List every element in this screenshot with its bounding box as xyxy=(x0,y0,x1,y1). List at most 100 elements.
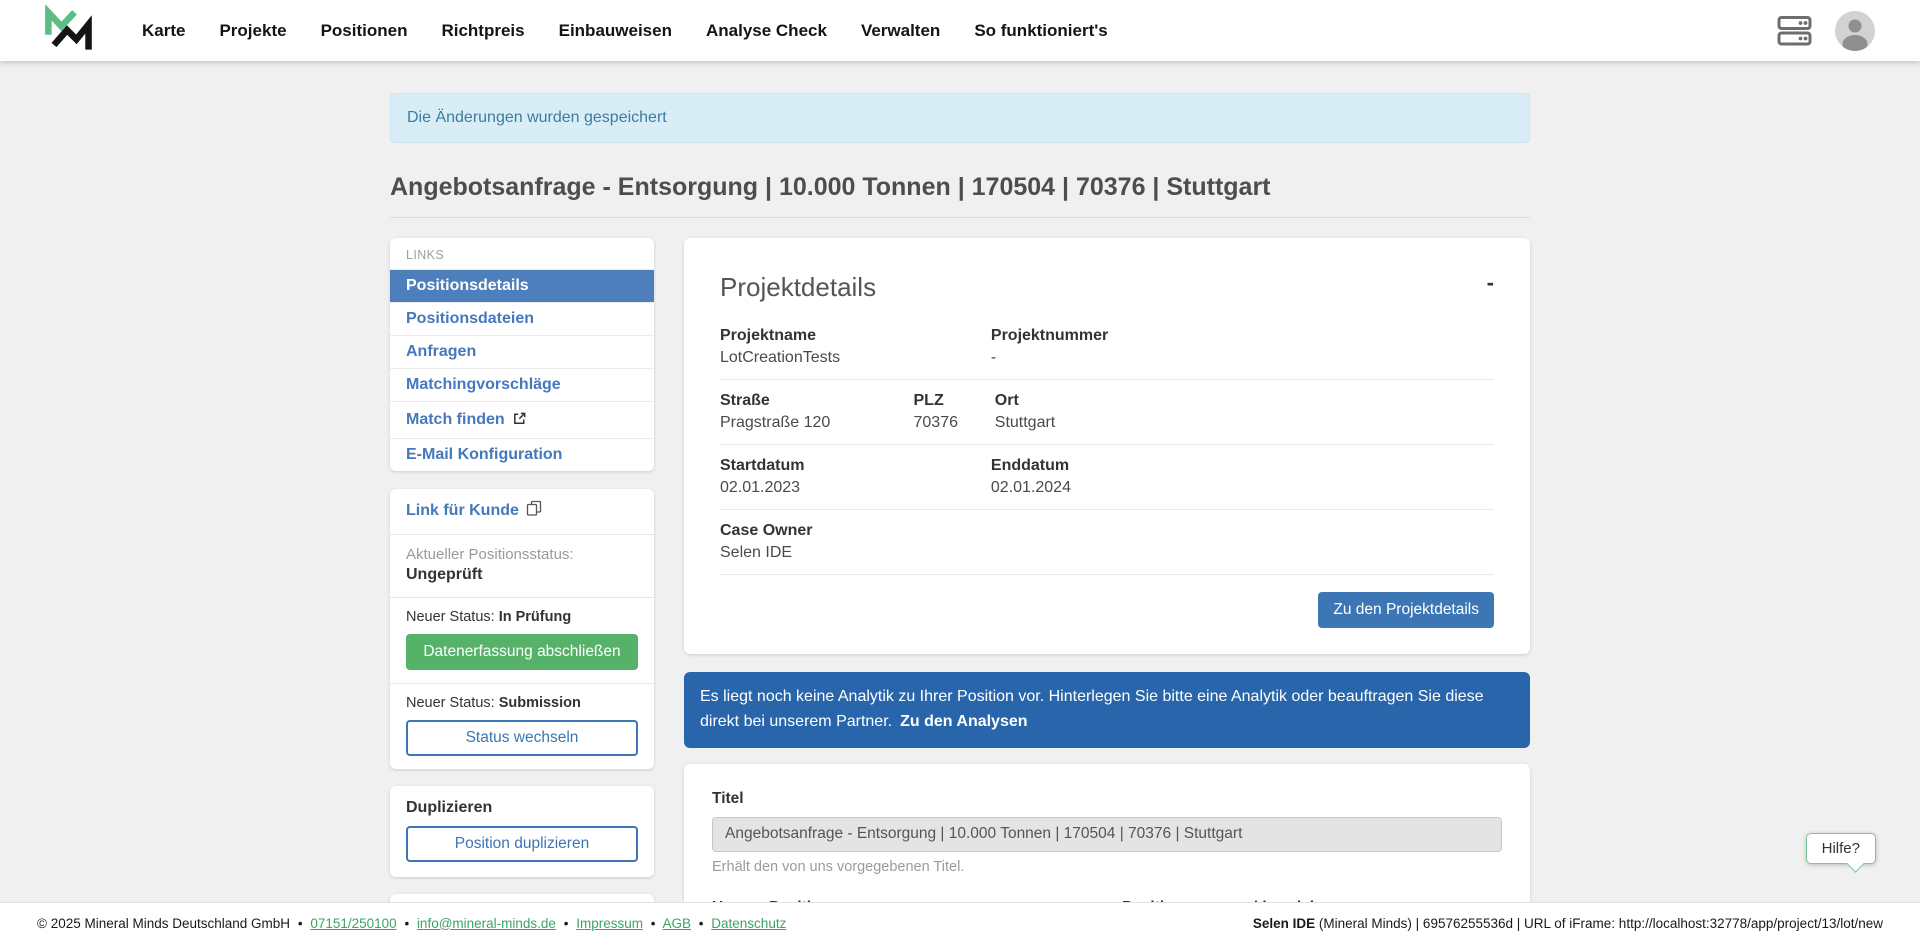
complete-data-entry-button[interactable]: Datenerfassung abschließen xyxy=(406,634,638,670)
case-owner-value: Selen IDE xyxy=(720,544,1494,562)
switch-status-button[interactable]: Status wechseln xyxy=(406,720,638,756)
sidebar-item-positionsdetails[interactable]: Positionsdetails xyxy=(390,269,654,302)
footer-impressum-link[interactable]: Impressum xyxy=(576,916,643,931)
success-alert: Die Änderungen wurden gespeichert xyxy=(390,93,1530,143)
left-sidebar: LINKS Positionsdetails Positionsdateien … xyxy=(390,238,654,902)
page-title: Angebotsanfrage - Entsorgung | 10.000 To… xyxy=(390,173,1530,218)
footer-datenschutz-link[interactable]: Datenschutz xyxy=(711,916,786,931)
server-rack-icon[interactable] xyxy=(1777,15,1813,47)
projektname-label: Projektname xyxy=(720,327,991,345)
cancel-card: Stornieren Stornieren xyxy=(390,894,654,902)
nav-karte[interactable]: Karte xyxy=(142,21,185,41)
help-button[interactable]: Hilfe? xyxy=(1806,833,1876,864)
current-status-section: Aktueller Positionsstatus: Ungeprüft xyxy=(390,535,654,598)
new-status-submission-value: Submission xyxy=(499,695,581,711)
nav-analyse-check[interactable]: Analyse Check xyxy=(706,21,827,41)
current-status-value: Ungeprüft xyxy=(406,566,638,584)
new-status-submission-section: Neuer Status: Submission Status wechseln xyxy=(390,684,654,769)
projektnummer-label: Projektnummer xyxy=(991,327,1494,345)
new-status-submission-line: Neuer Status: Submission xyxy=(406,695,638,711)
enddatum-value: 02.01.2024 xyxy=(991,479,1494,497)
analytics-banner: Es liegt noch keine Analytik zu Ihrer Po… xyxy=(684,672,1530,748)
footer-left: © 2025 Mineral Minds Deutschland GmbH • … xyxy=(37,916,786,931)
titel-help: Erhält den von uns vorgegebenen Titel. xyxy=(712,859,1502,875)
project-details-title: Projektdetails xyxy=(720,272,876,303)
footer-separator: • xyxy=(651,916,656,931)
sidebar-item-matchingvorschlaege[interactable]: Matchingvorschläge xyxy=(390,368,654,401)
new-status-prefix: Neuer Status: xyxy=(406,695,499,711)
navbar-right xyxy=(1777,11,1875,51)
nav-verwalten[interactable]: Verwalten xyxy=(861,21,940,41)
match-finden-label: Match finden xyxy=(406,411,505,429)
copy-icon xyxy=(526,500,542,521)
sidebar-item-positionsdateien[interactable]: Positionsdateien xyxy=(390,302,654,335)
copyright-text: © 2025 Mineral Minds Deutschland GmbH xyxy=(37,916,290,931)
projektname-value: LotCreationTests xyxy=(720,349,991,367)
titel-label: Titel xyxy=(712,790,1502,808)
plz-value: 70376 xyxy=(914,414,995,432)
links-card: LINKS Positionsdetails Positionsdateien … xyxy=(390,238,654,471)
projektnummer-value: - xyxy=(991,349,1494,367)
footer-separator: • xyxy=(404,916,409,931)
nav-projekte[interactable]: Projekte xyxy=(219,21,286,41)
top-navbar: Karte Projekte Positionen Richtpreis Ein… xyxy=(0,0,1920,61)
page-body: Die Änderungen wurden gespeichert Angebo… xyxy=(0,61,1920,902)
new-status-prefix: Neuer Status: xyxy=(406,609,499,625)
nav-positionen[interactable]: Positionen xyxy=(321,21,408,41)
startdatum-label: Startdatum xyxy=(720,457,991,475)
current-status-label: Aktueller Positionsstatus: xyxy=(406,546,638,563)
analytics-banner-text: Es liegt noch keine Analytik zu Ihrer Po… xyxy=(700,688,1484,730)
sidebar-item-email-konfiguration[interactable]: E-Mail Konfiguration xyxy=(390,438,654,471)
status-card: Link für Kunde Aktueller Positionsstatus… xyxy=(390,489,654,769)
nav-so-funktionierts[interactable]: So funktioniert's xyxy=(974,21,1107,41)
project-row-dates: Startdatum 02.01.2023 Enddatum 02.01.202… xyxy=(720,445,1494,510)
go-to-project-details-button[interactable]: Zu den Projektdetails xyxy=(1318,592,1494,628)
project-row-owner: Case Owner Selen IDE xyxy=(720,510,1494,575)
sidebar-item-match-finden[interactable]: Match finden xyxy=(390,401,654,438)
case-owner-label: Case Owner xyxy=(720,522,1494,540)
footer-phone-link[interactable]: 07151/250100 xyxy=(310,916,396,931)
footer-email-link[interactable]: info@mineral-minds.de xyxy=(417,916,556,931)
new-status-pruefung-section: Neuer Status: In Prüfung Datenerfassung … xyxy=(390,598,654,684)
user-avatar-icon[interactable] xyxy=(1835,11,1875,51)
footer-agb-link[interactable]: AGB xyxy=(663,916,692,931)
external-link-icon xyxy=(512,411,527,431)
customer-link-section: Link für Kunde xyxy=(390,489,654,535)
nav-richtpreis[interactable]: Richtpreis xyxy=(441,21,524,41)
footer-separator: • xyxy=(564,916,569,931)
nav-einbauweisen[interactable]: Einbauweisen xyxy=(559,21,672,41)
page-footer: © 2025 Mineral Minds Deutschland GmbH • … xyxy=(0,902,1920,943)
alert-text: Die Änderungen wurden gespeichert xyxy=(407,109,667,126)
new-status-pruefung-line: Neuer Status: In Prüfung xyxy=(406,609,638,625)
project-row-address: Straße Pragstraße 120 PLZ 70376 Ort Stut… xyxy=(720,380,1494,445)
main-content: Projektdetails - Projektname LotCreation… xyxy=(684,238,1530,902)
project-details-card: Projektdetails - Projektname LotCreation… xyxy=(684,238,1530,654)
new-status-pruefung-value: In Prüfung xyxy=(499,609,572,625)
links-card-header: LINKS xyxy=(390,238,654,269)
ort-label: Ort xyxy=(995,392,1494,410)
collapse-button[interactable]: - xyxy=(1487,272,1494,294)
mineral-minds-logo-icon[interactable] xyxy=(40,4,98,58)
strasse-value: Pragstraße 120 xyxy=(720,414,914,432)
sidebar-item-anfragen[interactable]: Anfragen xyxy=(390,335,654,368)
customer-link[interactable]: Link für Kunde xyxy=(406,500,542,521)
ort-value: Stuttgart xyxy=(995,414,1494,432)
strasse-label: Straße xyxy=(720,392,914,410)
duplicate-heading: Duplizieren xyxy=(406,799,638,817)
position-form-card: Titel Erhält den von uns vorgegebenen Ti… xyxy=(684,764,1530,902)
duplicate-position-button[interactable]: Position duplizieren xyxy=(406,826,638,862)
footer-separator: • xyxy=(699,916,704,931)
startdatum-value: 02.01.2023 xyxy=(720,479,991,497)
duplicate-card: Duplizieren Position duplizieren xyxy=(390,786,654,877)
footer-separator: • xyxy=(298,916,303,931)
footer-session-info: Selen IDE (Mineral Minds) | 69576255536d… xyxy=(1253,916,1883,931)
footer-session-details: (Mineral Minds) | 69576255536d | URL of … xyxy=(1315,916,1883,931)
titel-input xyxy=(712,817,1502,852)
titel-field-group: Titel Erhält den von uns vorgegebenen Ti… xyxy=(712,790,1502,875)
enddatum-label: Enddatum xyxy=(991,457,1494,475)
main-navigation: Karte Projekte Positionen Richtpreis Ein… xyxy=(142,21,1108,41)
footer-user-name: Selen IDE xyxy=(1253,916,1315,931)
customer-link-label: Link für Kunde xyxy=(406,502,519,520)
project-row-name: Projektname LotCreationTests Projektnumm… xyxy=(720,315,1494,380)
analytics-banner-link[interactable]: Zu den Analysen xyxy=(900,713,1027,730)
